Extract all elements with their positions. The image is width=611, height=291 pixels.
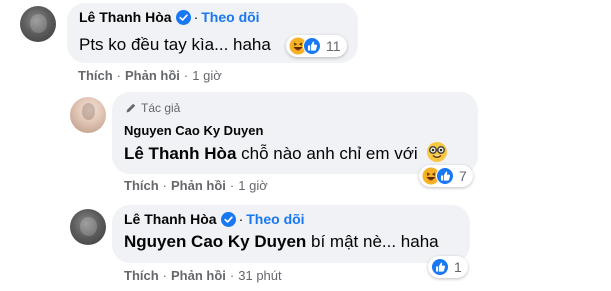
verified-badge-icon	[175, 9, 191, 25]
like-icon	[436, 167, 454, 185]
like-link[interactable]: Thích	[124, 178, 159, 193]
dot-separator: ·	[116, 68, 122, 83]
reaction-summary[interactable]: 11	[286, 35, 347, 57]
like-link[interactable]: Thích	[124, 268, 159, 283]
mention-link[interactable]: Nguyen Cao Ky Duyen	[124, 232, 306, 251]
reaction-count: 1	[454, 259, 462, 275]
avatar-face	[82, 103, 96, 121]
nerd-face-emoji-icon	[426, 141, 448, 163]
comment-text: Nguyen Cao Ky Duyen bí mật nè... haha	[124, 232, 439, 252]
timestamp-link[interactable]: 1 giờ	[238, 178, 268, 193]
avatar-le-thanh-hoa[interactable]	[20, 6, 56, 42]
comment-2-actions: Thích · Phản hồi · 1 giờ	[124, 178, 268, 193]
comment-body: bí mật nè... haha	[306, 232, 439, 251]
comment-text: Lê Thanh Hòa chỗ nào anh chỉ em với	[124, 141, 448, 164]
author-badge: Tác giả	[125, 101, 180, 115]
comment-body: Pts ko đều tay kìa... haha	[79, 35, 271, 54]
timestamp-link[interactable]: 1 giờ	[192, 68, 222, 83]
comment-author-name[interactable]: Nguyen Cao Ky Duyen	[124, 123, 263, 138]
reaction-count: 7	[459, 168, 467, 184]
dot-separator: ·	[162, 178, 168, 193]
like-icon	[303, 37, 321, 55]
reaction-summary[interactable]: 7	[419, 165, 473, 187]
comment-text: Pts ko đều tay kìa... haha	[79, 35, 271, 55]
avatar-le-thanh-hoa[interactable]	[70, 209, 106, 245]
comment-3-actions: Thích · Phản hồi · 31 phút	[124, 268, 282, 283]
dot-separator: ·	[193, 9, 199, 25]
dot-separator: ·	[229, 268, 235, 283]
author-badge-label: Tác giả	[141, 101, 181, 115]
follow-link[interactable]: Theo dõi	[201, 9, 259, 25]
avatar-face	[80, 216, 97, 236]
comment-author-name[interactable]: Lê Thanh Hòa	[124, 211, 217, 227]
pencil-icon	[125, 102, 137, 114]
reply-link[interactable]: Phản hồi	[171, 268, 226, 283]
dot-separator: ·	[183, 68, 189, 83]
mention-link[interactable]: Lê Thanh Hòa	[124, 144, 236, 163]
comment-2-header: Nguyen Cao Ky Duyen	[124, 123, 263, 138]
reply-link[interactable]: Phản hồi	[171, 178, 226, 193]
comment-body: chỗ nào anh chỉ em với	[236, 144, 418, 163]
reaction-count: 11	[326, 38, 341, 54]
like-link[interactable]: Thích	[78, 68, 113, 83]
comment-1-header: Lê Thanh Hòa · Theo dõi	[79, 9, 260, 25]
dot-separator: ·	[162, 268, 168, 283]
verified-badge-icon	[220, 211, 236, 227]
avatar-face	[30, 13, 47, 33]
follow-link[interactable]: Theo dõi	[246, 211, 304, 227]
comment-author-name[interactable]: Lê Thanh Hòa	[79, 9, 172, 25]
like-icon	[431, 258, 449, 276]
timestamp-link[interactable]: 31 phút	[238, 268, 281, 283]
dot-separator: ·	[238, 211, 244, 227]
reply-link[interactable]: Phản hồi	[125, 68, 180, 83]
comment-1-actions: Thích · Phản hồi · 1 giờ	[78, 68, 222, 83]
avatar-nguyen-cao-ky-duyen[interactable]	[70, 97, 106, 133]
reaction-summary[interactable]: 1	[428, 256, 468, 278]
comment-3-header: Lê Thanh Hòa · Theo dõi	[124, 211, 305, 227]
dot-separator: ·	[229, 178, 235, 193]
